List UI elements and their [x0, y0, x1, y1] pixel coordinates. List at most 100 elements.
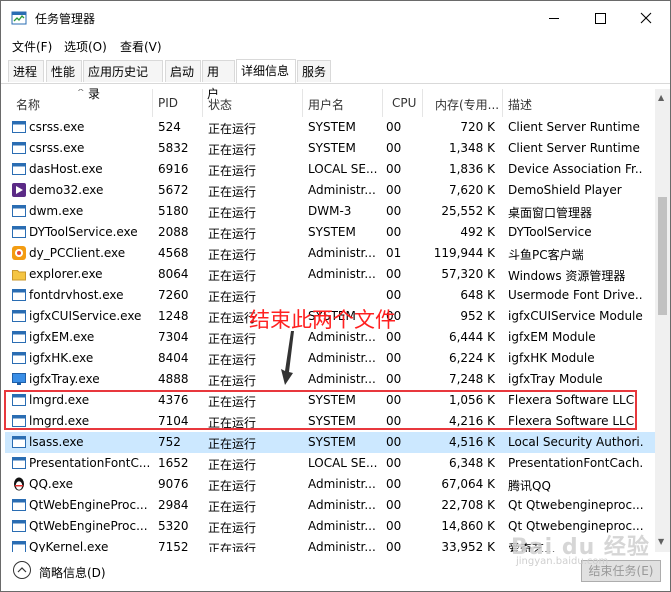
- table-row[interactable]: QtWebEngineProc... 2984 正在运行 Administr... 00…: [5, 495, 655, 516]
- table-row[interactable]: dy_PCClient.exe 4568 正在运行 Administr... 01 119…: [5, 243, 655, 264]
- process-status: 正在运行: [208, 248, 257, 262]
- annotation-highlight-box: [4, 390, 637, 430]
- table-row[interactable]: DYToolService.exe 2088 正在运行 SYSTEM 00 492 K DY…: [5, 222, 655, 243]
- table-row[interactable]: demo32.exe 5672 正在运行 Administr... 00 7,620 K D…: [5, 180, 655, 201]
- menu-file[interactable]: 文件(F): [12, 38, 52, 55]
- process-memory: 33,952 K: [441, 540, 495, 552]
- app-window-icon: [12, 541, 26, 552]
- maximize-button[interactable]: [577, 1, 623, 35]
- tab-processes[interactable]: 进程: [8, 60, 44, 82]
- table-row[interactable]: igfxHK.exe 8404 正在运行 Administr... 00 6,224 Ki…: [5, 348, 655, 369]
- process-name: igfxCUIService.exe: [29, 309, 142, 323]
- process-memory: 1,348 K: [448, 141, 495, 155]
- process-memory: 7,248 K: [448, 372, 495, 386]
- process-status: 正在运行: [208, 290, 257, 304]
- process-name: explorer.exe: [29, 267, 103, 281]
- process-pid: 5672: [158, 183, 189, 197]
- process-username: LOCAL SE...: [308, 162, 378, 176]
- process-status: 正在运行: [208, 206, 257, 220]
- maximize-icon: [595, 13, 606, 24]
- table-row[interactable]: explorer.exe 8064 正在运行 Administr... 00 57,320…: [5, 264, 655, 285]
- table-row[interactable]: QQ.exe 9076 正在运行 Administr... 00 67,064 K 腾讯QQ: [5, 474, 655, 495]
- column-header-cpu[interactable]: CPU: [392, 96, 416, 110]
- process-cpu: 00: [386, 183, 402, 197]
- process-name: dy_PCClient.exe: [29, 246, 126, 260]
- process-cpu: 00: [386, 498, 402, 512]
- table-row[interactable]: fontdrvhost.exe 7260 正在运行 00 648 K Usermode F…: [5, 285, 655, 306]
- table-row[interactable]: dwm.exe 5180 正在运行 DWM-3 00 25,552 K 桌面窗口管理器: [5, 201, 655, 222]
- process-username: SYSTEM: [308, 435, 356, 449]
- process-description: PresentationFontCach...: [508, 456, 643, 470]
- process-name: QQ.exe: [29, 477, 73, 491]
- process-description: Windows 资源管理器: [508, 269, 626, 283]
- process-cpu: 00: [386, 540, 402, 552]
- process-cpu: 00: [386, 351, 402, 365]
- column-divider[interactable]: [202, 89, 203, 117]
- process-memory: 6,348 K: [448, 456, 495, 470]
- column-header-pid[interactable]: PID: [158, 96, 178, 110]
- process-name: fontdrvhost.exe: [29, 288, 124, 302]
- app-window-icon: [12, 499, 26, 511]
- process-username: Administr...: [308, 246, 376, 260]
- table-row[interactable]: csrss.exe 5832 正在运行 SYSTEM 00 1,348 K Client S…: [5, 138, 655, 159]
- process-name: dasHost.exe: [29, 162, 103, 176]
- column-divider[interactable]: [422, 89, 423, 117]
- tab-details[interactable]: 详细信息: [236, 59, 296, 83]
- column-header-name[interactable]: 名称: [16, 96, 40, 113]
- app-window-icon: [12, 226, 26, 238]
- process-name: demo32.exe: [29, 183, 104, 197]
- process-name: csrss.exe: [29, 141, 85, 155]
- scrollbar-thumb[interactable]: [658, 197, 667, 315]
- process-memory: 14,860 K: [441, 519, 495, 533]
- scroll-down-icon[interactable]: ▼: [658, 537, 664, 546]
- column-divider[interactable]: [152, 89, 153, 117]
- menu-view[interactable]: 查看(V): [120, 38, 162, 55]
- table-row[interactable]: dasHost.exe 6916 正在运行 LOCAL SE... 00 1,836 K D…: [5, 159, 655, 180]
- task-manager-window: 任务管理器 文件(F) 选项(O) 查看(V) 进程 性能 应用历史记录 启动 …: [0, 0, 671, 592]
- column-header-description[interactable]: 描述: [508, 96, 532, 113]
- menu-options[interactable]: 选项(O): [64, 38, 107, 55]
- tab-users[interactable]: 用户: [202, 60, 235, 101]
- menu-bar: 文件(F) 选项(O) 查看(V): [1, 35, 670, 57]
- process-username: Administr...: [308, 477, 376, 491]
- column-divider[interactable]: [382, 89, 383, 117]
- process-memory: 952 K: [460, 309, 495, 323]
- column-divider[interactable]: [302, 89, 303, 117]
- tab-performance[interactable]: 性能: [46, 60, 82, 82]
- process-pid: 8404: [158, 351, 189, 365]
- table-row[interactable]: PresentationFontC... 1652 正在运行 LOCAL SE... 0…: [5, 453, 655, 474]
- column-header-username[interactable]: 用户名: [308, 96, 344, 113]
- process-pid: 1652: [158, 456, 189, 470]
- collapse-details-icon[interactable]: [12, 560, 32, 580]
- process-status: 正在运行: [208, 269, 257, 283]
- scroll-up-icon[interactable]: ▲: [658, 93, 664, 102]
- process-description: Qt Qtwebengineproc...: [508, 498, 643, 512]
- process-pid: 2984: [158, 498, 189, 512]
- minimize-button[interactable]: [531, 1, 577, 35]
- tab-startup[interactable]: 启动: [165, 60, 201, 82]
- fewer-details-link[interactable]: 简略信息(D): [39, 564, 106, 581]
- table-row[interactable]: csrss.exe 524 正在运行 SYSTEM 00 720 K Client Serv…: [5, 117, 655, 138]
- app-window-icon: [12, 457, 26, 469]
- process-username: Administr...: [308, 267, 376, 281]
- process-memory: 1,836 K: [448, 162, 495, 176]
- table-row[interactable]: lsass.exe 752 正在运行 SYSTEM 00 4,516 K Local Sec…: [5, 432, 655, 453]
- app-window-icon: [12, 289, 26, 301]
- close-button[interactable]: [623, 1, 669, 35]
- process-username: Administr...: [308, 540, 376, 552]
- column-header-memory[interactable]: 内存(专用...: [435, 96, 499, 113]
- process-name: DYToolService.exe: [29, 225, 138, 239]
- process-description: DYToolService: [508, 225, 592, 239]
- tab-app-history[interactable]: 应用历史记录: [83, 60, 163, 101]
- process-pid: 7152: [158, 540, 189, 552]
- process-cpu: 00: [386, 204, 402, 218]
- tab-services[interactable]: 服务: [297, 60, 331, 82]
- column-header-status[interactable]: 状态: [208, 96, 232, 113]
- process-cpu: 00: [386, 267, 402, 281]
- table-row[interactable]: igfxTray.exe 4888 正在运行 Administr... 00 7,248 …: [5, 369, 655, 390]
- process-pid: 7260: [158, 288, 189, 302]
- column-divider[interactable]: [502, 89, 503, 117]
- process-cpu: 00: [386, 225, 402, 239]
- window-title: 任务管理器: [35, 12, 96, 26]
- vertical-scrollbar[interactable]: ▲ ▼: [655, 89, 670, 552]
